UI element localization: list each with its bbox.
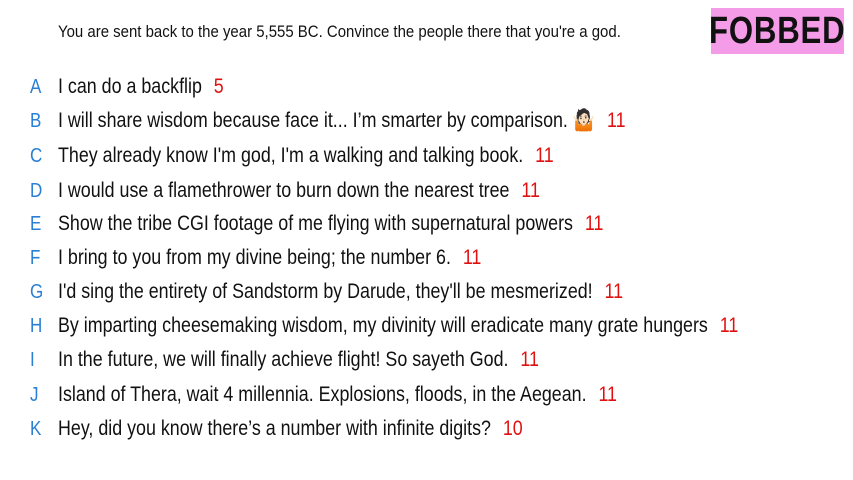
answer-score: 11: [604, 280, 624, 303]
answer-score: 11: [584, 212, 604, 235]
answer-score: 11: [598, 383, 617, 406]
answer-text: I would use a flamethrower to burn down …: [58, 179, 510, 202]
answer-text: I'd sing the entirety of Sandstorm by Da…: [58, 280, 593, 303]
answer-letter: B: [30, 109, 42, 132]
answer-letter: H: [30, 314, 43, 337]
answer-letter: D: [30, 179, 43, 202]
answer-score: 11: [462, 246, 482, 269]
answer-score: 11: [520, 348, 539, 371]
answer-text: They already know I'm god, I'm a walking…: [58, 144, 524, 167]
answer-text: I will share wisdom because face it... I…: [58, 109, 596, 132]
answer-score: 11: [719, 314, 739, 337]
answer-score: 11: [535, 144, 554, 167]
answer-text: I bring to you from my divine being; the…: [58, 246, 451, 269]
answer-text: Island of Thera, wait 4 millennia. Explo…: [58, 383, 587, 406]
answer-text: By imparting cheesemaking wisdom, my div…: [58, 314, 708, 337]
badge-label: FOBBED: [709, 9, 846, 52]
answer-score: 11: [606, 109, 626, 132]
answer-text: Hey, did you know there’s a number with …: [58, 417, 491, 440]
answer-letter: F: [30, 246, 41, 269]
question-prompt: You are sent back to the year 5,555 BC. …: [58, 22, 621, 41]
answer-letter: E: [30, 212, 42, 235]
answer-score: 11: [521, 179, 540, 202]
fobbed-badge: FOBBED: [709, 8, 846, 54]
answer-letter: A: [30, 75, 42, 98]
answer-text: In the future, we will finally achieve f…: [58, 348, 509, 371]
answer-letter: G: [30, 280, 44, 303]
answer-score: 10: [502, 417, 523, 440]
answer-letter: C: [30, 144, 43, 167]
answer-text: Show the tribe CGI footage of me flying …: [58, 212, 573, 235]
answer-text: I can do a backflip: [58, 75, 202, 98]
answer-letter: I: [30, 348, 35, 371]
answer-letter: J: [30, 383, 39, 406]
answer-letter: K: [30, 417, 42, 440]
answer-score: 5: [213, 75, 224, 98]
